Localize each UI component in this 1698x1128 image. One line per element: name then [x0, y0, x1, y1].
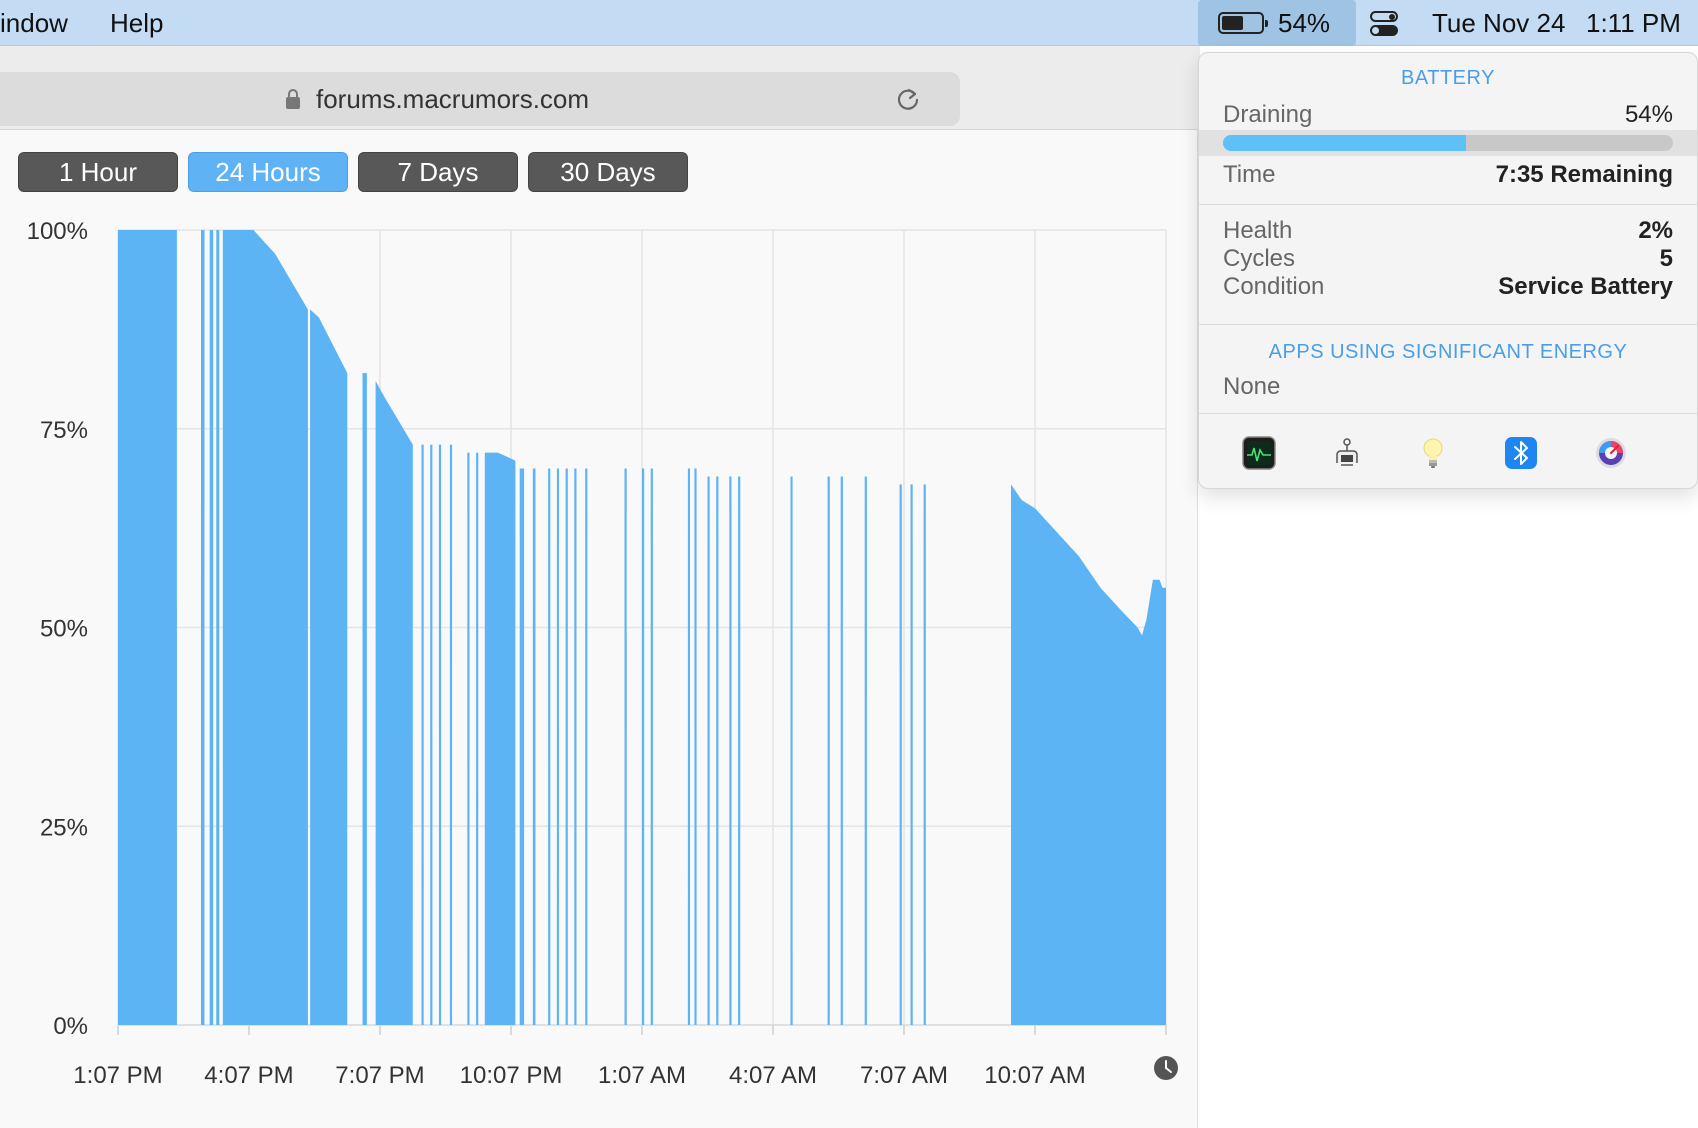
- y-tick-label: 75%: [40, 417, 88, 444]
- x-tick-label: 10:07 PM: [460, 1062, 563, 1089]
- battery-level-bar-fill: [1223, 135, 1466, 151]
- battery-level-area-segment: [565, 468, 568, 1025]
- x-tick-label: 7:07 PM: [335, 1062, 424, 1089]
- url-text[interactable]: forums.macrumors.com: [316, 84, 589, 115]
- battery-level-area-segment: [899, 484, 902, 1025]
- divider: [1199, 204, 1697, 205]
- battery-level-area-segment: [923, 484, 926, 1025]
- time-label: Time: [1223, 161, 1276, 188]
- battery-level-area-segment: [118, 230, 177, 1025]
- menubar-time[interactable]: 1:11 PM: [1586, 8, 1681, 39]
- battery-level-area-segment: [827, 476, 830, 1025]
- battery-level-area-segment: [200, 230, 205, 1025]
- battery-level-area-segment: [362, 373, 367, 1026]
- range-button-30-days[interactable]: 30 Days: [528, 152, 688, 192]
- battery-level-area-segment: [574, 468, 577, 1025]
- battery-level-fill: [1222, 16, 1243, 30]
- apps-energy-value: None: [1223, 373, 1281, 400]
- divider: [1199, 413, 1697, 414]
- range-button-7-days[interactable]: 7 Days: [358, 152, 518, 192]
- battery-history-panel: 1 Hour 24 Hours 7 Days 30 Days 100% 75% 50…: [0, 130, 1198, 1128]
- time-remaining-value: 7:35 Remaining: [1495, 161, 1673, 188]
- system-information-icon[interactable]: [1329, 435, 1365, 471]
- battery-level-area-segment: [519, 468, 525, 1025]
- battery-level-area-segment: [438, 444, 442, 1026]
- bluetooth-icon[interactable]: [1503, 435, 1539, 471]
- battery-level-bar: [1223, 135, 1673, 151]
- battery-level-area-segment: [687, 468, 691, 1025]
- menu-item-help[interactable]: Help: [110, 8, 163, 39]
- battery-level-area-segment: [222, 230, 308, 1025]
- battery-level-area-segment: [910, 484, 913, 1025]
- menu-bar: indow Help 54% Tue Nov 24 1:11 PM: [0, 0, 1698, 46]
- battery-level-area-segment: [430, 444, 433, 1026]
- lightbulb-icon[interactable]: [1415, 435, 1451, 471]
- y-tick-label: 100%: [27, 218, 88, 245]
- x-tick-label: 1:07 AM: [598, 1062, 686, 1089]
- lock-icon: [286, 89, 300, 109]
- battery-level-area-segment: [650, 468, 653, 1025]
- battery-level-area-segment: [729, 476, 732, 1025]
- battery-level-area-segment: [738, 476, 741, 1025]
- battery-level-area-segment: [864, 476, 867, 1025]
- condition-value: Service Battery: [1498, 273, 1673, 300]
- chart-axes: 100% 75% 50% 25% 0% 1:07 PM 4:07 PM 7:07 PM 10:0…: [27, 218, 1178, 1089]
- battery-level-area-segment: [449, 444, 453, 1026]
- battery-level-area-segment: [421, 444, 424, 1026]
- reload-icon[interactable]: [894, 85, 922, 113]
- battery-level-area-segment: [1010, 484, 1166, 1025]
- battery-level-area-segment: [484, 452, 516, 1026]
- battery-section-header: BATTERY: [1401, 67, 1495, 89]
- istat-menus-icon[interactable]: [1593, 435, 1629, 471]
- battery-level-area-segment: [585, 468, 588, 1025]
- battery-icon: [1218, 12, 1268, 34]
- battery-level-area-segment: [707, 476, 710, 1025]
- battery-level-area-segment: [310, 309, 348, 1025]
- x-tick-label: 7:07 AM: [860, 1062, 948, 1089]
- y-tick-label: 50%: [40, 616, 88, 643]
- browser-toolbar: forums.macrumors.com: [0, 46, 1200, 130]
- battery-percent: 54%: [1278, 8, 1331, 38]
- battery-level-area-segment: [548, 468, 551, 1025]
- battery-level-area-segment: [642, 468, 645, 1025]
- divider: [1199, 324, 1697, 325]
- cycles-label: Cycles: [1223, 245, 1296, 272]
- battery-level-area-segment: [556, 468, 560, 1025]
- battery-level-area-segment: [694, 468, 697, 1025]
- battery-level-area-segment: [790, 476, 793, 1025]
- x-tick-label: 4:07 AM: [729, 1062, 817, 1089]
- y-tick-label: 25%: [40, 814, 88, 841]
- menu-item-window[interactable]: indow: [0, 8, 68, 39]
- battery-level-area-segment: [467, 452, 470, 1026]
- battery-level-area-segment: [716, 476, 719, 1025]
- battery-level-area-segment: [209, 230, 214, 1025]
- health-label: Health: [1223, 217, 1293, 244]
- y-tick-label: 0%: [53, 1013, 88, 1040]
- battery-level-area-segment: [532, 468, 536, 1025]
- battery-menu-dropdown: BATTERY Draining 54% Time 7:35 Remaining…: [1198, 52, 1698, 489]
- draining-label: Draining: [1223, 101, 1313, 128]
- battery-level-area-segment: [840, 476, 843, 1025]
- menubar-date[interactable]: Tue Nov 24: [1432, 8, 1565, 39]
- x-tick-label: 10:07 AM: [984, 1062, 1085, 1089]
- range-button-1-hour[interactable]: 1 Hour: [18, 152, 178, 192]
- battery-status-menu[interactable]: 54%: [1198, 0, 1356, 46]
- x-tick-label: 1:07 PM: [73, 1062, 162, 1089]
- range-button-24-hours[interactable]: 24 Hours: [188, 152, 348, 192]
- battery-level-area-segment: [375, 381, 413, 1025]
- activity-monitor-icon[interactable]: [1241, 435, 1277, 471]
- condition-label: Condition: [1223, 273, 1325, 300]
- battery-level-chart: 100% 75% 50% 25% 0% 1:07 PM 4:07 PM 7:07 PM 10:0…: [27, 218, 1178, 1089]
- cycles-value: 5: [1659, 245, 1673, 272]
- clock-icon[interactable]: [1154, 1056, 1178, 1080]
- draining-value: 54%: [1624, 101, 1673, 128]
- address-bar[interactable]: forums.macrumors.com: [0, 72, 960, 126]
- battery-level-area-segment: [624, 468, 627, 1025]
- health-value: 2%: [1638, 217, 1673, 244]
- control-center-icon[interactable]: [1370, 11, 1398, 37]
- apps-energy-header: APPS USING SIGNIFICANT ENERGY: [1268, 341, 1628, 363]
- battery-level-area-segment: [216, 230, 220, 1025]
- x-tick-label: 4:07 PM: [204, 1062, 293, 1089]
- battery-level-area-segment: [476, 452, 479, 1026]
